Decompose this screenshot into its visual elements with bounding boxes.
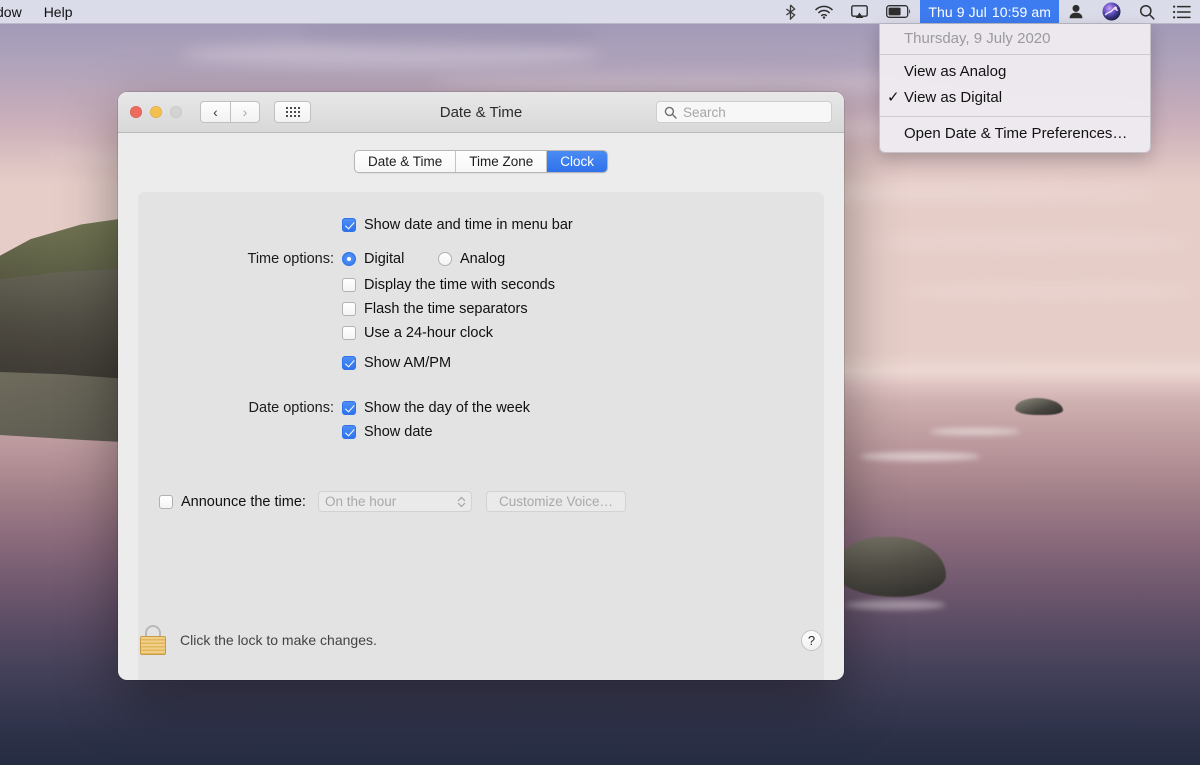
wallpaper-surf-foam — [930, 428, 1020, 435]
wallpaper-surf-foam — [845, 600, 945, 610]
menu-header-full-date: Thursday, 9 July 2020 — [880, 24, 1150, 54]
forward-button: › — [230, 101, 260, 123]
spotlight-search-icon[interactable] — [1130, 0, 1164, 23]
date-options-label: Date options: — [138, 399, 342, 417]
menu-item-window[interactable]: dow — [0, 0, 33, 23]
clock-dropdown-menu: Thursday, 9 July 2020 View as Analog ✓ V… — [879, 24, 1151, 153]
menu-item-label: Open Date & Time Preferences… — [904, 125, 1127, 142]
window-footer: Click the lock to make changes. ? — [118, 600, 844, 680]
digital-radio[interactable] — [342, 252, 356, 266]
display-seconds-option[interactable]: Display the time with seconds — [342, 276, 555, 294]
announce-interval-value: On the hour — [325, 494, 396, 509]
option-label: Show the day of the week — [364, 399, 530, 417]
time-options-row: Time options: Digital Analog — [138, 250, 824, 378]
option-label: Show date — [364, 423, 433, 441]
menu-view-options: View as Analog ✓ View as Digital — [880, 55, 1150, 116]
option-label: Show date and time in menu bar — [364, 216, 573, 234]
grid-icon — [286, 107, 300, 117]
wallpaper-surf-foam — [860, 452, 980, 461]
analog-radio[interactable] — [438, 252, 452, 266]
announce-interval-select[interactable]: On the hour — [318, 491, 472, 512]
menu-item-label: View as Digital — [904, 89, 1002, 106]
zoom-button — [170, 106, 182, 118]
show-am-pm-checkbox[interactable] — [342, 356, 356, 370]
preference-tabs: Date & Time Time Zone Clock — [354, 150, 608, 173]
menu-item-view-as-analog[interactable]: View as Analog — [880, 59, 1150, 85]
menu-bar: dow Help — [0, 0, 1200, 24]
announce-time-group: Announce the time: On the hour Customize… — [159, 491, 626, 512]
announce-time-checkbox[interactable] — [159, 495, 173, 509]
option-label: Use a 24-hour clock — [364, 324, 493, 342]
control-center-icon[interactable] — [1164, 0, 1200, 23]
wifi-icon[interactable] — [806, 0, 842, 23]
menu-bar-clock[interactable]: Thu 9 Jul 10:59 am — [920, 0, 1059, 23]
show-all-button[interactable] — [274, 101, 311, 123]
show-date-time-in-menu-bar-option[interactable]: Show date and time in menu bar — [342, 216, 573, 234]
desktop: dow Help — [0, 0, 1200, 765]
search-field[interactable] — [656, 101, 832, 123]
24-hour-clock-checkbox[interactable] — [342, 326, 356, 340]
search-input[interactable] — [683, 105, 824, 120]
menu-item-open-date-time-preferences[interactable]: Open Date & Time Preferences… — [880, 121, 1150, 147]
preference-tabs-row: Date & Time Time Zone Clock — [118, 133, 844, 173]
window-title-bar[interactable]: ‹ › Date & Time — [118, 92, 844, 133]
search-icon — [664, 106, 677, 119]
flash-separators-option[interactable]: Flash the time separators — [342, 300, 555, 318]
option-label: Display the time with seconds — [364, 276, 555, 294]
tab-time-zone[interactable]: Time Zone — [456, 151, 547, 172]
navigation-buttons: ‹ › — [200, 101, 260, 123]
option-label: Flash the time separators — [364, 300, 528, 318]
time-options-label: Time options: — [138, 250, 342, 268]
help-button[interactable]: ? — [801, 630, 822, 651]
show-date-time-in-menu-bar-checkbox[interactable] — [342, 218, 356, 232]
show-date-checkbox[interactable] — [342, 425, 356, 439]
menu-item-view-as-digital[interactable]: ✓ View as Digital — [880, 85, 1150, 111]
tab-clock[interactable]: Clock — [547, 151, 607, 172]
checkmark-icon: ✓ — [887, 88, 900, 106]
option-label: Show AM/PM — [364, 354, 451, 372]
show-day-of-week-option[interactable]: Show the day of the week — [342, 399, 530, 417]
back-button[interactable]: ‹ — [200, 101, 230, 123]
battery-icon[interactable] — [877, 0, 920, 23]
date-options-row: Date options: Show the day of the week S… — [138, 399, 824, 447]
menu-item-label: View as Analog — [904, 63, 1006, 80]
date-time-preferences-window: ‹ › Date & Time Date & — [118, 92, 844, 680]
menu-preferences-group: Open Date & Time Preferences… — [880, 117, 1150, 152]
customize-voice-button[interactable]: Customize Voice… — [486, 491, 626, 512]
analog-radio-option[interactable]: Analog — [438, 250, 505, 268]
show-in-menu-bar-row: Show date and time in menu bar — [138, 216, 824, 234]
time-options-group: Digital Analog Display the time with sec… — [342, 250, 555, 378]
clock-settings-form: Show date and time in menu bar Time opti… — [138, 192, 824, 512]
show-am-pm-option[interactable]: Show AM/PM — [342, 354, 555, 372]
locked-padlock-icon[interactable] — [140, 625, 166, 655]
digital-radio-option[interactable]: Digital — [342, 250, 438, 268]
time-format-radios: Digital Analog — [342, 250, 555, 268]
24-hour-clock-option[interactable]: Use a 24-hour clock — [342, 324, 555, 342]
announce-time-label: Announce the time: — [181, 493, 306, 511]
siri-icon[interactable] — [1093, 0, 1130, 23]
option-label: Digital — [364, 250, 404, 268]
stepper-chevrons-icon — [457, 496, 466, 508]
option-label: Analog — [460, 250, 505, 268]
minimize-button[interactable] — [150, 106, 162, 118]
date-options-group: Show the day of the week Show date — [342, 399, 530, 447]
menu-bar-clock-date: Thu 9 Jul — [928, 4, 987, 20]
window-controls — [130, 106, 182, 118]
display-seconds-checkbox[interactable] — [342, 278, 356, 292]
show-date-option[interactable]: Show date — [342, 423, 530, 441]
bluetooth-icon[interactable] — [775, 0, 806, 23]
airplay-icon[interactable] — [842, 0, 877, 23]
menu-bar-status-items: Thu 9 Jul 10:59 am — [775, 0, 1200, 23]
menu-bar-clock-time: 10:59 am — [992, 4, 1051, 20]
close-button[interactable] — [130, 106, 142, 118]
flash-separators-checkbox[interactable] — [342, 302, 356, 316]
menu-item-help[interactable]: Help — [33, 0, 84, 23]
show-day-of-week-checkbox[interactable] — [342, 401, 356, 415]
announce-time-row: Announce the time: On the hour Customize… — [138, 491, 824, 512]
lock-message: Click the lock to make changes. — [180, 632, 377, 648]
user-account-icon[interactable] — [1059, 0, 1093, 23]
tab-date-and-time[interactable]: Date & Time — [355, 151, 456, 172]
menu-bar-app-menus: dow Help — [0, 0, 83, 23]
